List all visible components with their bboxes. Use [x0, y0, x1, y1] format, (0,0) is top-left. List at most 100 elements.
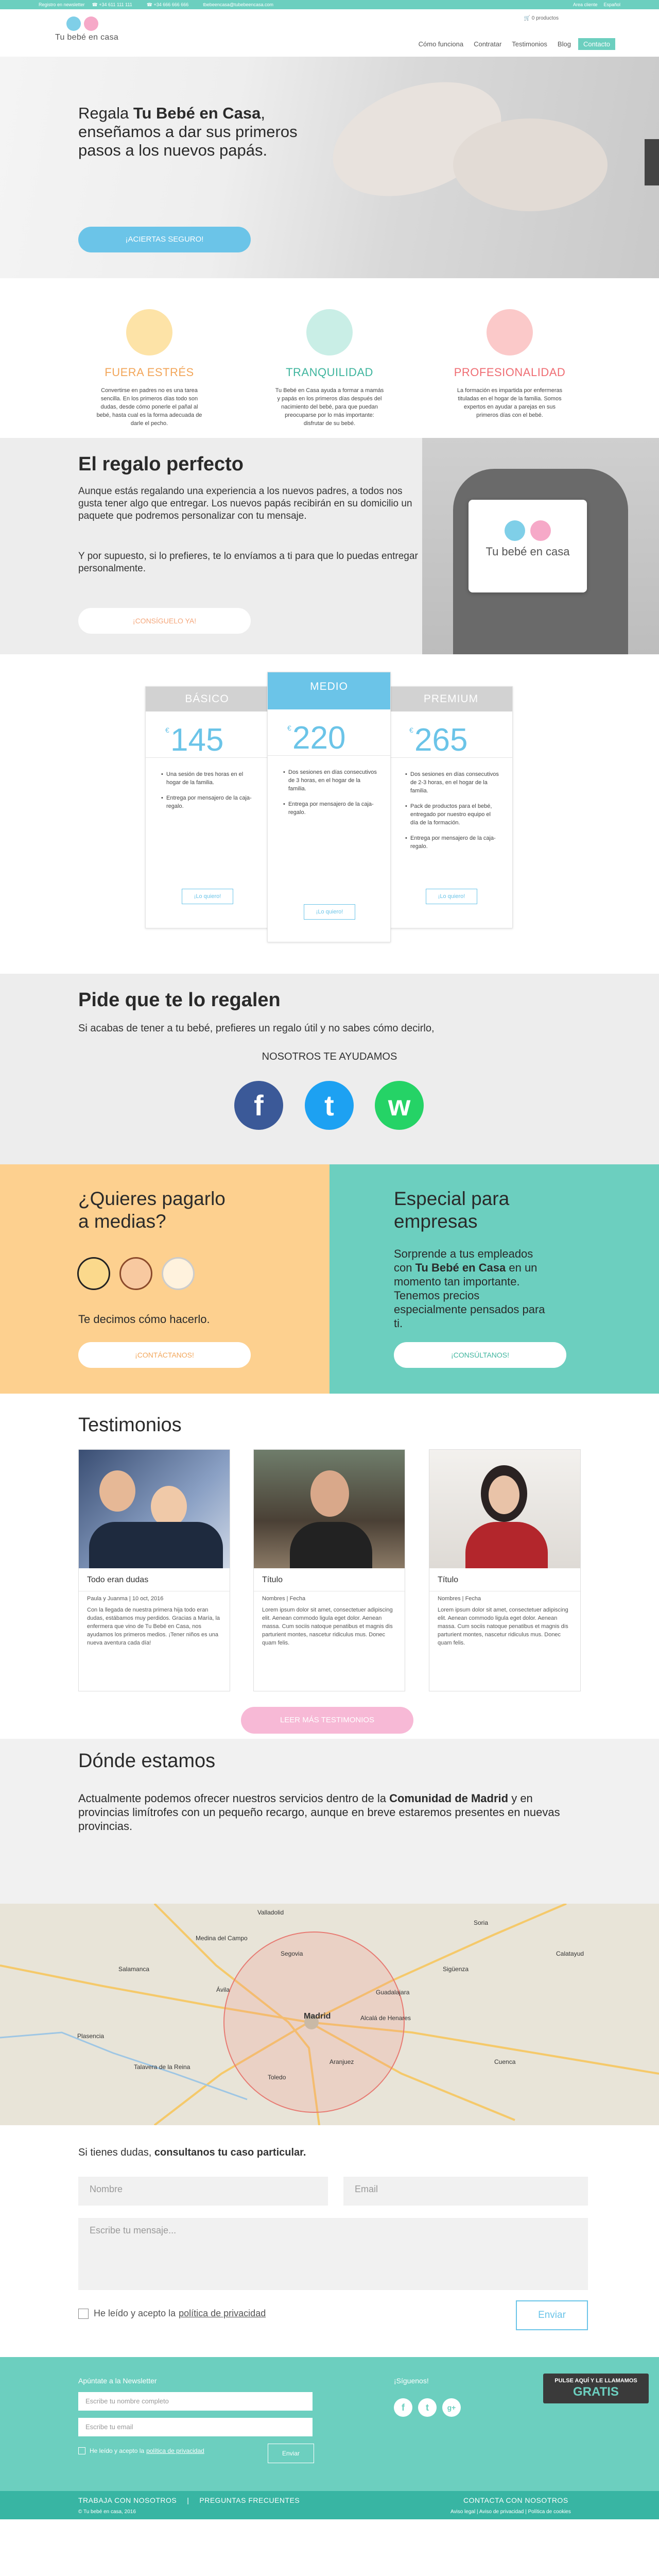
phone-2[interactable]: ☎ +34 666 666 666: [147, 2, 196, 8]
gift-section: El regalo perfecto Aunque estás regaland…: [0, 438, 659, 654]
gift-text-2: Y por supuesto, si lo prefieres, te lo e…: [78, 551, 418, 574]
phone-1[interactable]: ☎ +34 611 111 111: [92, 2, 140, 8]
email-field[interactable]: Email: [343, 2177, 588, 2206]
plan-feature: Entrega por mensajero de la caja-regalo.: [161, 794, 255, 810]
testimonial-meta: Nombres | Fecha: [254, 1591, 405, 1602]
split-right-cta[interactable]: ¡CONSÚLTANOS!: [394, 1342, 566, 1368]
split-left-cta[interactable]: ¡CONTÁCTANOS!: [78, 1342, 251, 1368]
feature-stress-text: Convertirse en padres no es una tarea se…: [96, 387, 202, 427]
cart[interactable]: 🛒 0 productos: [524, 15, 559, 21]
map-label: Toledo: [268, 2074, 286, 2081]
site-header: Tu bebé en casa 🛒 0 productos Cómo funci…: [0, 9, 659, 57]
split-right-text: Sorprende a tus empleados con Tu Bebé en…: [394, 1247, 553, 1330]
jobs-link[interactable]: TRABAJA CON NOSOTROS: [78, 2496, 177, 2504]
plan-medium-amount: 220: [292, 720, 346, 756]
split-right-title-2: empresas: [394, 1211, 478, 1232]
diaper-icon: [126, 309, 172, 355]
baby-girl-face-icon: [84, 16, 98, 31]
client-area-link[interactable]: Area cliente: [573, 2, 598, 7]
nav-item-blog[interactable]: Blog: [558, 40, 571, 48]
newsletter-consent[interactable]: He leído y acepto la política de privacid…: [78, 2447, 204, 2454]
plan-basic-price: € 145: [146, 711, 268, 758]
plan-feature: Entrega por mensajero de la caja-regalo.: [283, 800, 377, 817]
callback-text: PULSE AQUÍ Y LE LLAMAMOS: [554, 2378, 637, 2384]
contact-form: Si tienes dudas, consultanos tu caso par…: [0, 2125, 659, 2357]
hero-title-brand: Tu Bebé en Casa: [133, 104, 261, 122]
email-link[interactable]: tbebeencasa@tubebeencasa.com: [203, 2, 273, 7]
whatsapp-icon[interactable]: w: [375, 1081, 424, 1130]
side-toggle-tab[interactable]: [645, 139, 659, 185]
testimonial-card[interactable]: Título Nombres | Fecha Lorem ipsum dolor…: [429, 1449, 581, 1691]
testimonials-section: Testimonios Todo eran dudas Paula y Juan…: [0, 1394, 659, 1739]
gift-photo: Tu bebé en casa: [422, 438, 659, 654]
map-label: Plasencia: [77, 2032, 105, 2040]
google-plus-icon[interactable]: g+: [442, 2398, 461, 2417]
map-label: Alcalá de Henares: [360, 2014, 411, 2022]
split-left-text: Te decimos cómo hacerlo.: [78, 1313, 210, 1326]
ask-section: Pide que te lo regalen Si acabas de tene…: [0, 974, 659, 1164]
plan-medium: MEDIO € 220 Dos sesiones en días consecu…: [267, 672, 391, 942]
plan-feature: Una sesión de tres horas en el hogar de …: [161, 770, 255, 787]
kid-icon: [77, 1257, 113, 1298]
person-face: [310, 1470, 349, 1517]
map-label: Salamanca: [118, 1965, 150, 1973]
location-title: Dónde estamos: [78, 1750, 216, 1772]
cart-count: 0 productos: [531, 15, 559, 21]
language-select[interactable]: Español: [603, 2, 620, 7]
site-logo[interactable]: Tu bebé en casa: [55, 16, 122, 49]
map-label: Talavera de la Reina: [134, 2063, 190, 2071]
hero-title-pre: Regala: [78, 104, 133, 122]
testimonial-card[interactable]: Título Nombres | Fecha Lorem ipsum dolor…: [253, 1449, 405, 1691]
feature-pro: PROFESIONALIDAD La formación es impartid…: [448, 309, 571, 419]
contact-us-link[interactable]: CONTACTA CON NOSOTROS: [463, 2496, 568, 2504]
plan-premium-buy-button[interactable]: ¡Lo quiero!: [426, 889, 477, 904]
twitter-icon[interactable]: t: [418, 2398, 437, 2417]
location-text-region: Comunidad de Madrid: [389, 1792, 509, 1805]
facebook-icon[interactable]: f: [394, 2398, 412, 2417]
more-testimonials-button[interactable]: LEER MÁS TESTIMONIOS: [241, 1707, 413, 1734]
nav-contact-button[interactable]: Contacto: [578, 38, 615, 50]
nav-item-how[interactable]: Cómo funciona: [419, 40, 463, 48]
hero-title: Regala Tu Bebé en Casa, enseñamos a dar …: [78, 104, 387, 160]
plan-premium-price: € 265: [390, 711, 512, 758]
plan-premium-name: PREMIUM: [390, 687, 512, 711]
plan-basic-buy-button[interactable]: ¡Lo quiero!: [182, 889, 233, 904]
stroller-icon: [487, 309, 533, 355]
person-sweater: [465, 1522, 548, 1568]
hero-cta-button[interactable]: ¡ACIERTAS SEGURO!: [78, 227, 251, 252]
newsletter-email-input[interactable]: Escribe tu email: [78, 2418, 313, 2436]
newsletter-name-input[interactable]: Escribe tu nombre completo: [78, 2392, 313, 2411]
feature-calm-title: TRANQUILIDAD: [286, 366, 373, 379]
privacy-checkbox[interactable]: [78, 2308, 89, 2319]
nav-item-testimonials[interactable]: Testimonios: [512, 40, 547, 48]
service-area-map[interactable]: Madrid Segovia Ávila Toledo Guadalajara …: [0, 1904, 659, 2125]
twitter-icon[interactable]: t: [305, 1081, 354, 1130]
legal-links[interactable]: Aviso legal | Aviso de privacidad | Polí…: [450, 2509, 571, 2515]
hero-title-line2: enseñamos a dar sus primeros: [78, 123, 298, 141]
name-field[interactable]: Nombre: [78, 2177, 328, 2206]
follow-title: ¡Síguenos!: [394, 2377, 429, 2385]
privacy-policy-link[interactable]: política de privacidad: [179, 2308, 266, 2319]
newsletter-checkbox[interactable]: [78, 2447, 85, 2454]
phone-1-text: +34 611 111 111: [99, 2, 132, 7]
message-field[interactable]: Escribe tu mensaje...: [78, 2218, 588, 2290]
newsletter-footer: Apúntate a la Newsletter Escribe tu nomb…: [0, 2357, 659, 2491]
nav-item-contract[interactable]: Contratar: [474, 40, 501, 48]
faq-link[interactable]: PREGUNTAS FRECUENTES: [199, 2496, 300, 2504]
testimonial-photo: [429, 1450, 580, 1568]
plan-medium-name: MEDIO: [268, 672, 390, 709]
gift-cta-button[interactable]: ¡CONSÍGUELO YA!: [78, 608, 251, 634]
split-section: ¿Quieres pagarlo a medias? Te decimos cóm…: [0, 1164, 659, 1394]
callback-button[interactable]: PULSE AQUÍ Y LE LLAMAMOS GRATIS: [543, 2374, 649, 2403]
feature-pro-title: PROFESIONALIDAD: [454, 366, 566, 379]
newsletter-policy-link[interactable]: política de privacidad: [146, 2447, 204, 2454]
facebook-icon[interactable]: f: [234, 1081, 283, 1130]
location-text: Actualmente podemos ofrecer nuestros ser…: [78, 1791, 562, 1833]
newsletter-link[interactable]: Registro en newsletter: [39, 2, 85, 7]
send-button[interactable]: Enviar: [516, 2300, 588, 2330]
newsletter-send-button[interactable]: Enviar: [268, 2444, 314, 2463]
plan-medium-buy-button[interactable]: ¡Lo quiero!: [304, 904, 355, 920]
testimonial-card[interactable]: Todo eran dudas Paula y Juanma | 10 oct,…: [78, 1449, 230, 1691]
privacy-consent[interactable]: He leído y acepto la política de privacid…: [78, 2308, 266, 2319]
gift-text-1: Aunque estás regalando una experiencia a…: [78, 486, 412, 521]
